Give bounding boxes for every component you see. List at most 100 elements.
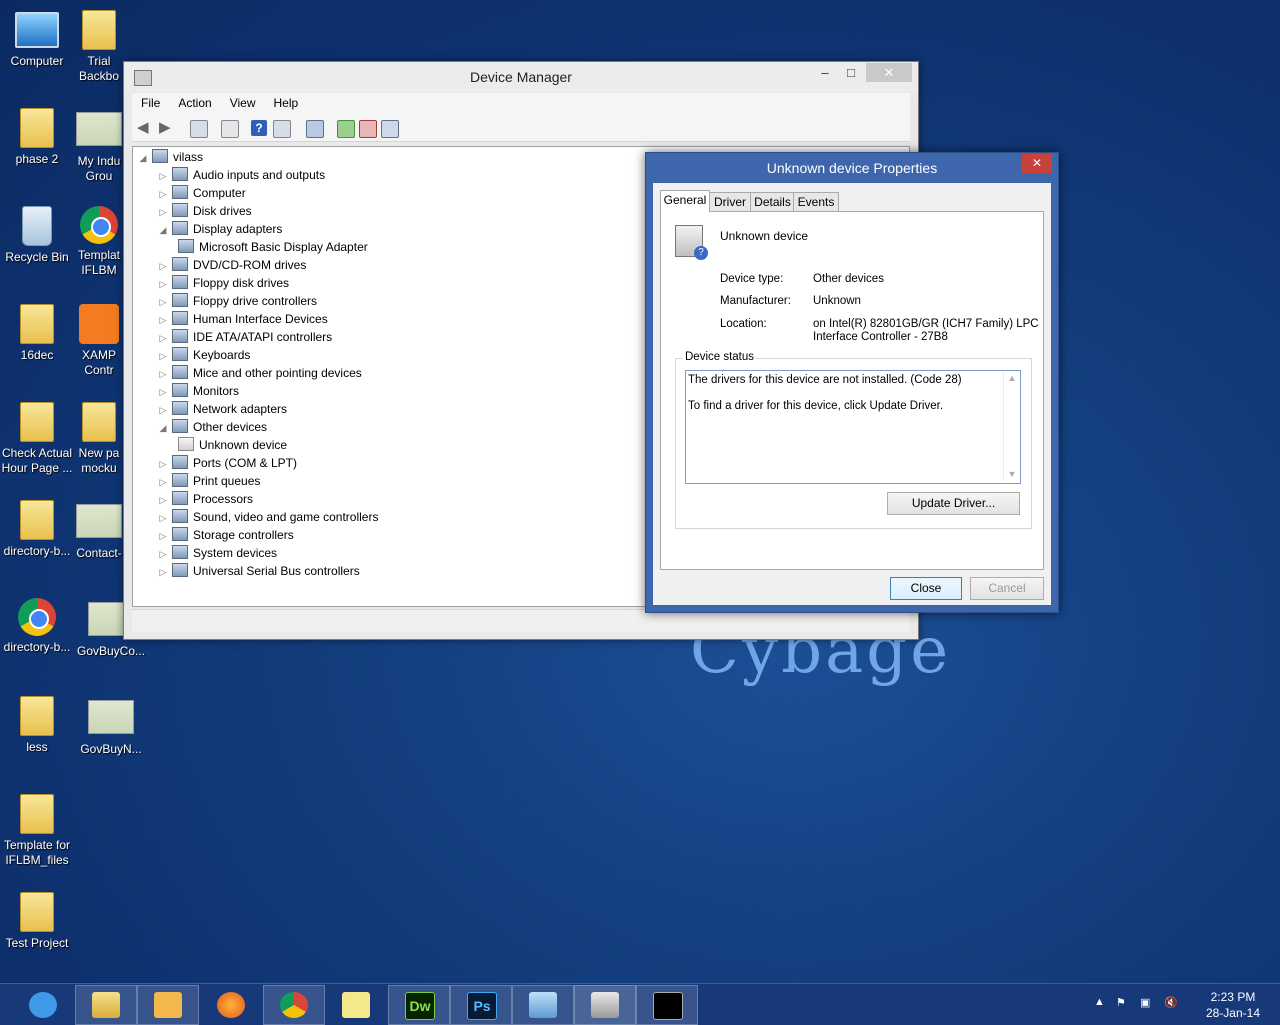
desktop-icon-templat-iflbm[interactable]: Templat IFLBM (74, 202, 124, 278)
collapse-arrow-icon[interactable]: ◢ (137, 149, 149, 167)
tree-category-node[interactable]: ▷ Universal Serial Bus controllers (157, 562, 360, 580)
tree-category-node[interactable]: ▷ Mice and other pointing devices (157, 364, 362, 382)
expand-arrow-icon[interactable]: ▷ (157, 257, 169, 275)
desktop-icon-govbuyn[interactable]: GovBuyN... (74, 692, 148, 757)
menu-file[interactable]: File (132, 93, 169, 110)
tab-general[interactable]: General (660, 190, 710, 212)
tree-category-node[interactable]: ▷ Disk drives (157, 202, 252, 220)
desktop-icon-directory-b-2[interactable]: directory-b... (0, 594, 74, 655)
action-center-flag-icon[interactable]: ⚑ (1116, 996, 1126, 1009)
tree-category-node[interactable]: ◢ Display adapters (157, 220, 282, 238)
expand-arrow-icon[interactable]: ▷ (157, 491, 169, 509)
device-status-textbox[interactable]: The drivers for this device are not inst… (685, 370, 1021, 484)
expand-arrow-icon[interactable]: ▷ (157, 455, 169, 473)
update-driver-icon[interactable] (337, 120, 355, 138)
taskbar-device-manager[interactable] (574, 985, 636, 1025)
desktop-icon-check-actual[interactable]: Check Actual Hour Page ... (0, 398, 74, 476)
tree-category-node[interactable]: ▷ System devices (157, 544, 277, 562)
tree-category-node[interactable]: ▷ Processors (157, 490, 253, 508)
tree-category-node[interactable]: ◢ Other devices (157, 418, 267, 436)
tree-category-node[interactable]: ▷ Computer (157, 184, 246, 202)
tree-child-node[interactable]: Microsoft Basic Display Adapter (175, 238, 368, 256)
tree-category-node[interactable]: ▷ DVD/CD-ROM drives (157, 256, 306, 274)
volume-muted-icon[interactable]: 🔇 (1164, 996, 1178, 1009)
expand-arrow-icon[interactable]: ▷ (157, 329, 169, 347)
expand-arrow-icon[interactable]: ▷ (157, 311, 169, 329)
show-hide-tree-icon[interactable] (190, 120, 208, 138)
expand-arrow-icon[interactable]: ▷ (157, 509, 169, 527)
tree-category-node[interactable]: ▷ Audio inputs and outputs (157, 166, 325, 184)
desktop-icon-16dec[interactable]: 16dec (0, 300, 74, 363)
collapse-arrow-icon[interactable]: ◢ (157, 221, 169, 239)
expand-arrow-icon[interactable]: ▷ (157, 473, 169, 491)
close-button[interactable]: ✕ (866, 63, 912, 82)
expand-arrow-icon[interactable]: ▷ (157, 365, 169, 383)
expand-arrow-icon[interactable]: ▷ (157, 275, 169, 293)
close-button[interactable]: Close (890, 577, 962, 600)
taskbar-control-panel[interactable] (512, 985, 574, 1025)
tree-child-node[interactable]: Unknown device (175, 436, 287, 454)
tree-category-node[interactable]: ▷ Floppy drive controllers (157, 292, 317, 310)
taskbar-photoshop[interactable]: Ps (450, 985, 512, 1025)
desktop-icon-less[interactable]: less (0, 692, 74, 755)
back-icon[interactable]: ◀ (137, 120, 153, 136)
view-icon[interactable] (273, 120, 291, 138)
desktop-icon-template-iflbm-files[interactable]: Template for IFLBM_files (0, 790, 74, 868)
desktop-icon-recycle-bin[interactable]: Recycle Bin (0, 202, 74, 265)
expand-arrow-icon[interactable]: ▷ (157, 383, 169, 401)
tree-category-node[interactable]: ▷ Network adapters (157, 400, 287, 418)
desktop-icon-xampp[interactable]: XAMP Contr (74, 300, 124, 378)
expand-arrow-icon[interactable]: ▷ (157, 527, 169, 545)
collapse-arrow-icon[interactable]: ◢ (157, 419, 169, 437)
desktop-icon-trial-backbo[interactable]: Trial Backbo (74, 6, 124, 84)
scan-hardware-icon[interactable] (306, 120, 324, 138)
properties-icon[interactable] (221, 120, 239, 138)
cancel-button[interactable]: Cancel (970, 577, 1044, 600)
expand-arrow-icon[interactable]: ▷ (157, 203, 169, 221)
minimize-button[interactable]: – (812, 63, 838, 82)
forward-icon[interactable]: ▶ (159, 120, 175, 136)
tab-events[interactable]: Events (793, 192, 839, 211)
desktop-icon-my-indu-grou[interactable]: My Indu Grou (74, 104, 124, 184)
taskbar-sticky-notes[interactable] (325, 985, 387, 1025)
dialog-title-bar[interactable]: Unknown device Properties ✕ (646, 153, 1058, 183)
desktop-icon-phase-2[interactable]: phase 2 (0, 104, 74, 167)
tree-category-node[interactable]: ▷ Floppy disk drives (157, 274, 289, 292)
expand-arrow-icon[interactable]: ▷ (157, 545, 169, 563)
desktop-icon-computer[interactable]: Computer (0, 6, 74, 69)
taskbar-chrome[interactable] (263, 985, 325, 1025)
desktop-icon-directory-b-1[interactable]: directory-b... (0, 496, 74, 559)
tree-category-node[interactable]: ▷ Storage controllers (157, 526, 294, 544)
menu-action[interactable]: Action (169, 93, 220, 110)
taskbar-dreamweaver[interactable]: Dw (388, 985, 450, 1025)
menu-view[interactable]: View (221, 93, 265, 110)
tree-category-node[interactable]: ▷ Print queues (157, 472, 260, 490)
taskbar-file-explorer[interactable] (75, 985, 137, 1025)
enable-device-icon[interactable] (381, 120, 399, 138)
update-driver-button[interactable]: Update Driver... (887, 492, 1020, 515)
tree-category-node[interactable]: ▷ Human Interface Devices (157, 310, 328, 328)
expand-arrow-icon[interactable]: ▷ (157, 167, 169, 185)
tree-category-node[interactable]: ▷ Monitors (157, 382, 239, 400)
taskbar-command-prompt[interactable] (636, 985, 698, 1025)
tab-driver[interactable]: Driver (708, 192, 752, 211)
taskbar-outlook[interactable] (137, 985, 199, 1025)
system-clock[interactable]: 2:23 PM 28-Jan-14 (1206, 989, 1260, 1021)
taskbar-firefox[interactable] (200, 985, 262, 1025)
tree-category-node[interactable]: ▷ Sound, video and game controllers (157, 508, 378, 526)
desktop-icon-test-project[interactable]: Test Project (0, 888, 74, 951)
desktop-icon-contact[interactable]: Contact- (74, 496, 124, 561)
desktop-icon-new-pa-mocku[interactable]: New pa mocku (74, 398, 124, 476)
expand-arrow-icon[interactable]: ▷ (157, 401, 169, 419)
title-bar[interactable]: Device Manager – □ ✕ (124, 62, 918, 92)
tree-category-node[interactable]: ▷ Keyboards (157, 346, 250, 364)
scroll-up-icon[interactable]: ▲ (1004, 373, 1020, 383)
expand-arrow-icon[interactable]: ▷ (157, 347, 169, 365)
maximize-button[interactable]: □ (838, 63, 864, 82)
expand-arrow-icon[interactable]: ▷ (157, 563, 169, 581)
scroll-down-icon[interactable]: ▼ (1004, 469, 1020, 479)
tree-root[interactable]: ◢ vilass (137, 148, 203, 166)
expand-arrow-icon[interactable]: ▷ (157, 185, 169, 203)
menu-help[interactable]: Help (265, 93, 308, 110)
dialog-close-icon[interactable]: ✕ (1022, 154, 1052, 173)
